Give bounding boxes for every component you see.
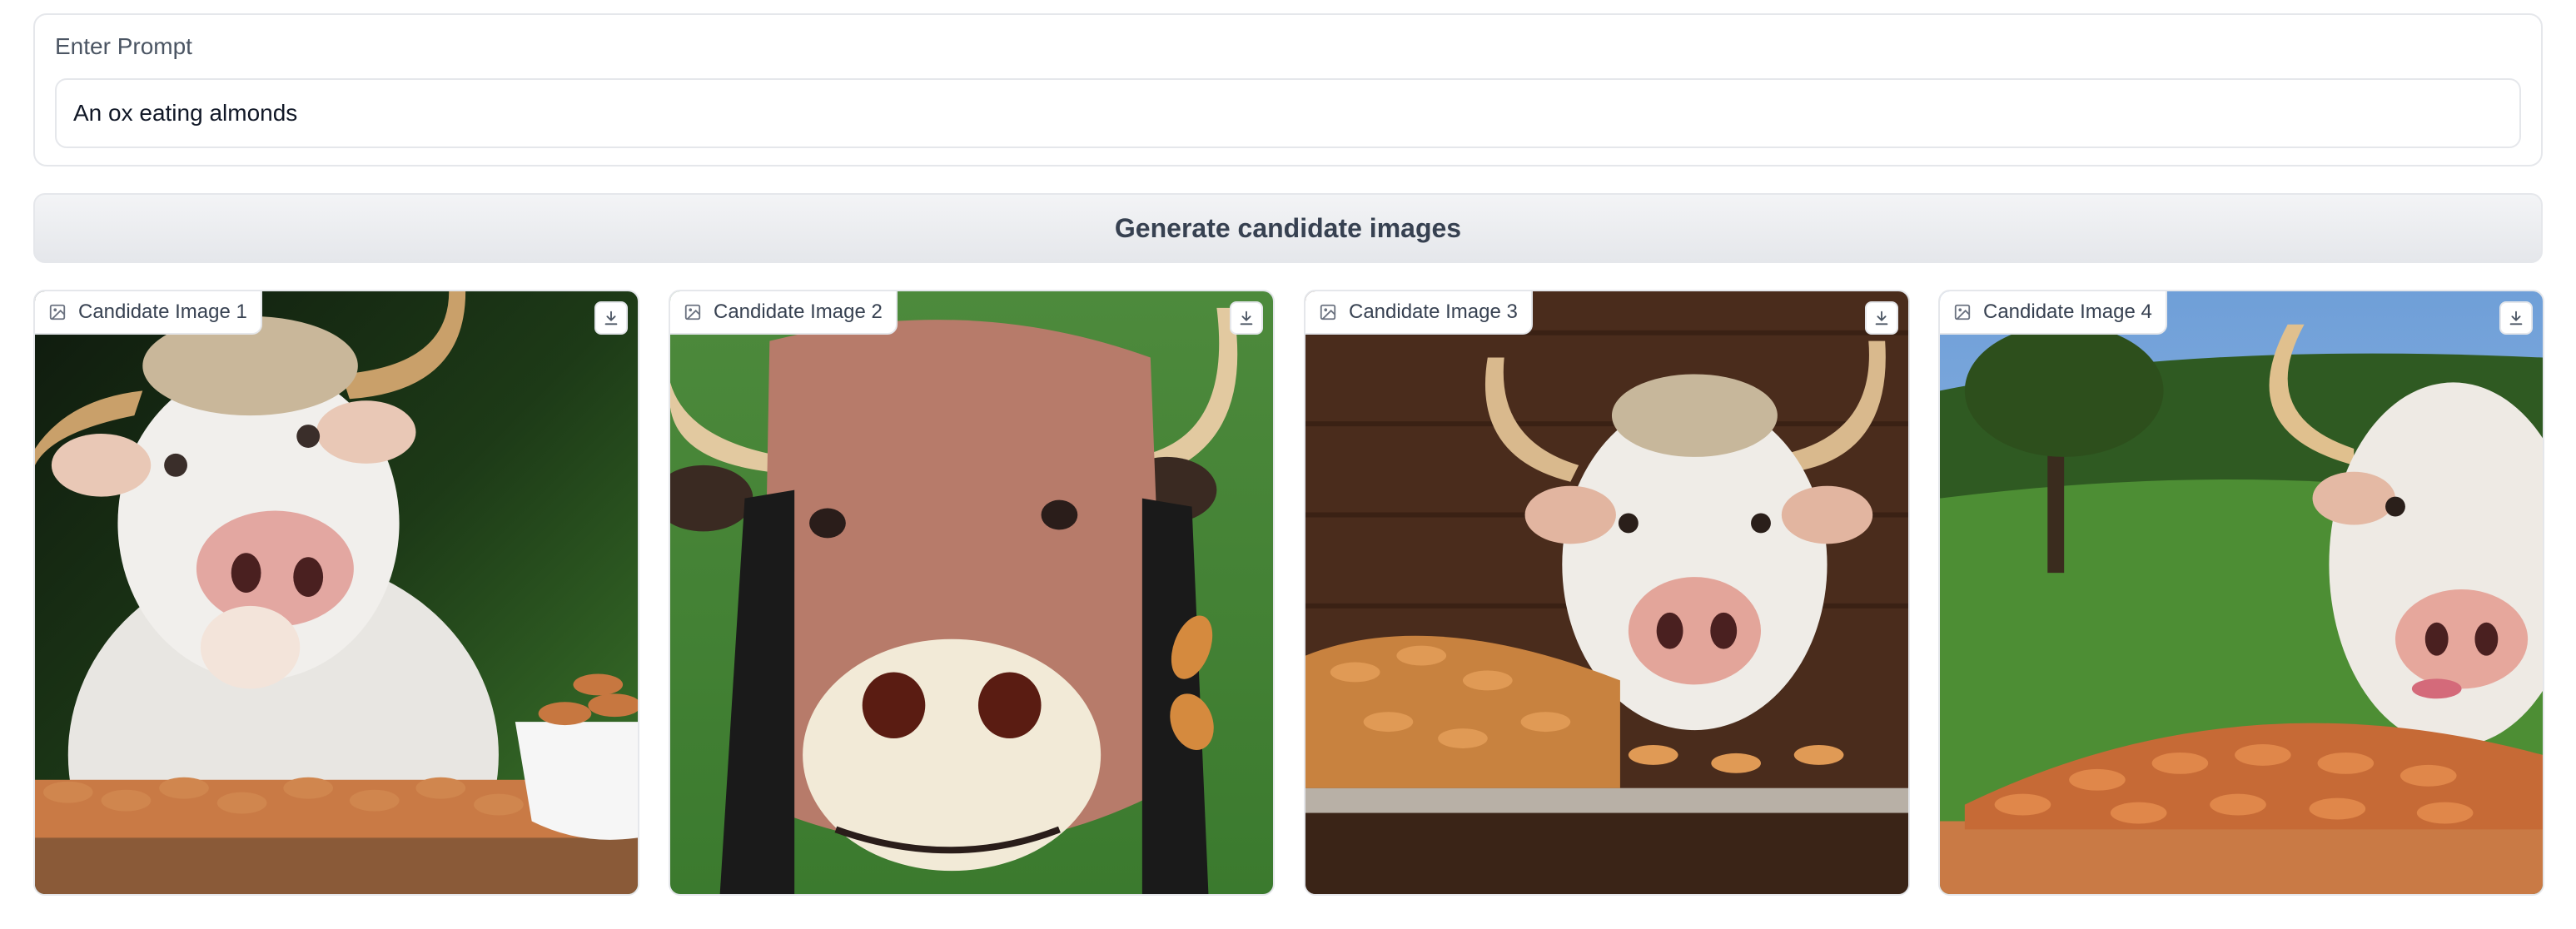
candidate-image-2-picture [670, 291, 1273, 894]
candidate-image-3-picture [1305, 291, 1908, 894]
candidate-label: Candidate Image 1 [35, 291, 262, 335]
candidate-label: Candidate Image 3 [1305, 291, 1533, 335]
prompt-label: Enter Prompt [55, 33, 192, 59]
candidate-label-text: Candidate Image 1 [78, 301, 247, 323]
candidate-label: Candidate Image 2 [670, 291, 898, 335]
download-icon [604, 310, 618, 325]
candidate-label-text: Candidate Image 4 [1983, 301, 2152, 323]
download-icon [1240, 310, 1253, 325]
image-icon [1954, 304, 1971, 320]
download-button[interactable] [2499, 301, 2533, 335]
candidate-image-4-picture [1940, 291, 2543, 894]
download-button[interactable] [594, 301, 628, 335]
candidate-image-2: Candidate Image 2 [669, 290, 1275, 896]
candidate-label-text: Candidate Image 3 [1349, 301, 1518, 323]
generate-button[interactable]: Generate candidate images [33, 193, 2543, 263]
candidate-image-4: Candidate Image 4 [1938, 290, 2544, 896]
download-button[interactable] [1230, 301, 1263, 335]
candidate-label: Candidate Image 4 [1940, 291, 2167, 335]
candidate-label-text: Candidate Image 2 [714, 301, 883, 323]
image-icon [684, 304, 701, 320]
candidate-image-1-picture [35, 291, 638, 894]
candidate-image-3: Candidate Image 3 [1304, 290, 1910, 896]
image-icon [49, 304, 66, 320]
download-button[interactable] [1865, 301, 1898, 335]
prompt-block: Enter Prompt [33, 13, 2543, 166]
download-icon [1875, 310, 1888, 325]
prompt-input[interactable] [55, 78, 2521, 148]
download-icon [2509, 310, 2523, 325]
image-icon [1320, 304, 1336, 320]
candidate-image-1: Candidate Image 1 [33, 290, 639, 896]
